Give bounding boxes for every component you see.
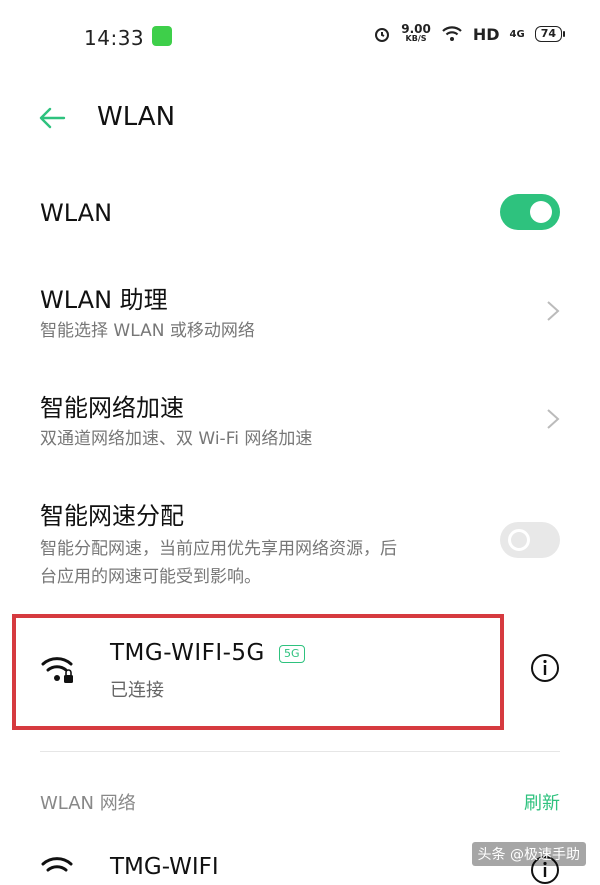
mobile-network-label: 4G [509,28,525,40]
alarm-icon [375,28,390,42]
smart-acceleration-title: 智能网络加速 [40,394,184,422]
hd-label: HD [472,24,500,44]
chevron-right-icon [547,301,560,321]
network-item-name[interactable]: TMG-WIFI [110,854,219,880]
wlan-toggle[interactable] [500,194,560,230]
connected-network-name: TMG-WIFI-5G [110,640,265,666]
page-title: WLAN [97,102,176,132]
network-speed: 9.00 KB/S [401,22,431,44]
connection-status: 已连接 [110,680,164,701]
connected-network-row[interactable] [16,618,500,726]
status-icons: 9.00 KB/S HD 4G 74 [373,22,566,44]
wlan-row-label: WLAN [40,199,113,227]
refresh-button[interactable]: 刷新 [524,789,560,815]
speed-allocation-subtitle-1: 智能分配网速，当前应用优先享用网络资源，后 [40,539,397,559]
smart-acceleration-subtitle: 双通道网络加速、双 Wi-Fi 网络加速 [40,429,313,449]
speed-allocation-toggle[interactable] [500,522,560,558]
wifi-icon [41,857,73,872]
speed-unit: KB/S [405,34,427,43]
speed-allocation-title: 智能网速分配 [40,502,184,530]
wifi-status-icon [442,26,462,41]
smart-acceleration-row[interactable]: 智能网络加速 双通道网络加速、双 Wi-Fi 网络加速 [0,378,600,458]
status-time: 14:33 [84,26,145,50]
battery-indicator: 74 [534,26,566,42]
wlan-assistant-subtitle: 智能选择 WLAN 或移动网络 [40,321,255,341]
divider [40,751,560,752]
watermark: 头条 @极速手助 [471,842,586,866]
wifi-locked-icon [41,657,73,683]
speed-allocation-subtitle-2: 台应用的网速可能受到影响。 [40,567,261,587]
toggle-knob [508,529,530,551]
speed-value: 9.00 [401,22,431,36]
back-arrow-icon[interactable] [36,102,68,134]
section-title: WLAN 网络 [40,793,136,814]
toggle-knob [530,201,552,223]
wlan-assistant-title: WLAN 助理 [40,286,168,314]
wlan-assistant-row[interactable]: WLAN 助理 智能选择 WLAN 或移动网络 [0,270,600,350]
info-icon[interactable] [530,653,560,683]
chevron-right-icon [547,409,560,429]
band-badge: 5G [279,645,305,663]
app-notification-icon [152,26,172,46]
